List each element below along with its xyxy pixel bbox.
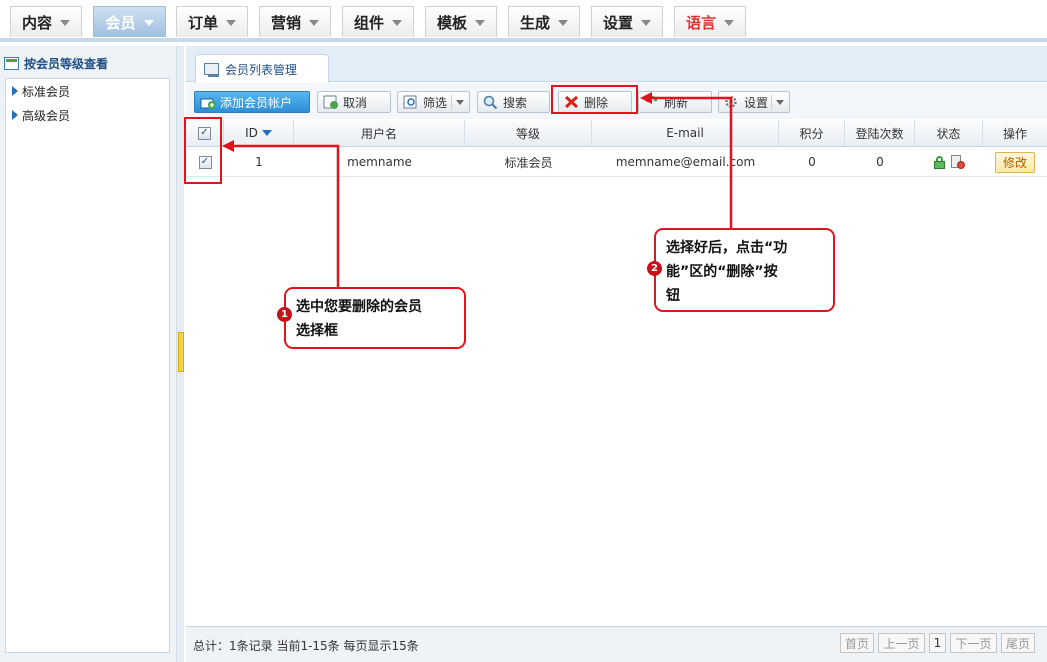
step2-line3: 钮	[666, 288, 680, 304]
step1-line1: 选中您要删除的会员	[296, 299, 422, 315]
step1-line2: 选择框	[296, 323, 338, 339]
step1-callout: 选中您要删除的会员 选择框	[284, 287, 466, 349]
step2-line2: 能”区的“删除”按	[666, 264, 778, 280]
annotation-arrows	[222, 92, 733, 293]
step2-badge: 2	[647, 261, 662, 276]
step1-badge: 1	[277, 307, 292, 322]
step2-line1: 选择好后，点击“功	[666, 240, 788, 256]
step2-callout: 选择好后，点击“功 能”区的“删除”按 钮	[654, 228, 835, 312]
